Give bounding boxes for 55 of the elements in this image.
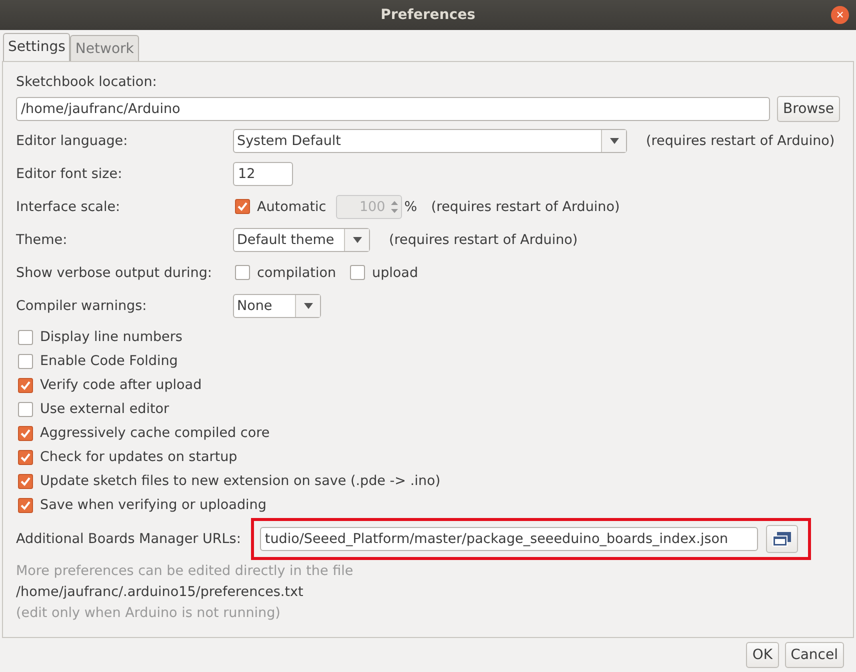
tab[interactable]: Network (70, 35, 139, 61)
checkbox-label: Save when verifying or uploading (40, 497, 266, 513)
checkbox[interactable] (18, 450, 33, 464)
checkbox-label: upload (372, 264, 418, 280)
window-title: Preferences (380, 7, 476, 23)
note-text: (requires restart of Arduino) (431, 198, 620, 214)
note-text: (requires restart of Arduino) (389, 232, 578, 248)
checkbox[interactable] (18, 354, 33, 368)
field-label: Editor language: (16, 132, 129, 148)
checkbox[interactable] (235, 265, 250, 280)
boards-url-field[interactable]: tudio/Seeed_Platform/master/package_seeeduino_boards_index.json (260, 527, 758, 551)
note-text: (requires restart of Arduino) (646, 132, 835, 148)
field-label: Editor font size: (16, 166, 124, 182)
checkbox[interactable] (18, 474, 33, 488)
checkbox-label: Aggressively cache compiled core (40, 425, 270, 441)
checkbox-label: Enable Code Folding (40, 353, 178, 369)
sketchbook-field[interactable]: /home/jaufranc/Arduino (16, 97, 770, 121)
warnings-dropdown[interactable]: None (233, 294, 321, 318)
checkbox[interactable] (18, 330, 33, 344)
font-size-field[interactable]: 12 (233, 162, 293, 186)
unit-label: % (404, 198, 418, 214)
windows-icon (772, 531, 792, 547)
checkbox-label: compilation (257, 264, 336, 280)
browse-button[interactable]: Browse (777, 96, 840, 122)
dialog-button[interactable]: Cancel (784, 642, 844, 668)
checkbox-label: Check for updates on startup (40, 449, 238, 465)
hint-text: (edit only when Arduino is not running) (16, 605, 282, 621)
dialog-button[interactable]: OK (746, 642, 779, 668)
checkbox-label: Automatic (257, 198, 326, 214)
file-path: /home/jaufranc/.arduino15/preferences.txt (16, 584, 304, 600)
caret-icon (610, 138, 618, 144)
theme-dropdown[interactable]: Default theme (233, 228, 370, 252)
field-label: Sketchbook location: (16, 74, 158, 90)
field-label: Show verbose output during: (16, 264, 213, 280)
checkbox-label: Verify code after upload (40, 377, 202, 393)
language-dropdown[interactable]: System Default (233, 128, 627, 152)
field-label: Additional Boards Manager URLs: (16, 531, 241, 547)
spin-arrows-icon (391, 200, 398, 214)
caret-icon (352, 236, 362, 242)
checkbox[interactable] (350, 265, 366, 280)
checkbox[interactable] (18, 498, 33, 512)
tab[interactable]: Settings (3, 33, 70, 61)
field-label: Compiler warnings: (16, 298, 148, 314)
checkbox-label: Update sketch files to new extension on save (.pde -> .ino) (40, 473, 440, 489)
checkbox[interactable] (18, 426, 33, 440)
field-label: Theme: (16, 232, 68, 248)
checkbox[interactable] (18, 402, 33, 416)
checkbox-label: Display line numbers (40, 329, 182, 345)
hint-text: More preferences can be edited directly in the file (16, 563, 354, 579)
checkbox[interactable] (18, 378, 33, 392)
field-label: Interface scale: (16, 198, 122, 214)
window-list-button[interactable] (766, 525, 798, 553)
caret-icon (304, 302, 312, 308)
checkbox[interactable] (235, 199, 250, 214)
checkbox-label: Use external editor (40, 401, 170, 417)
